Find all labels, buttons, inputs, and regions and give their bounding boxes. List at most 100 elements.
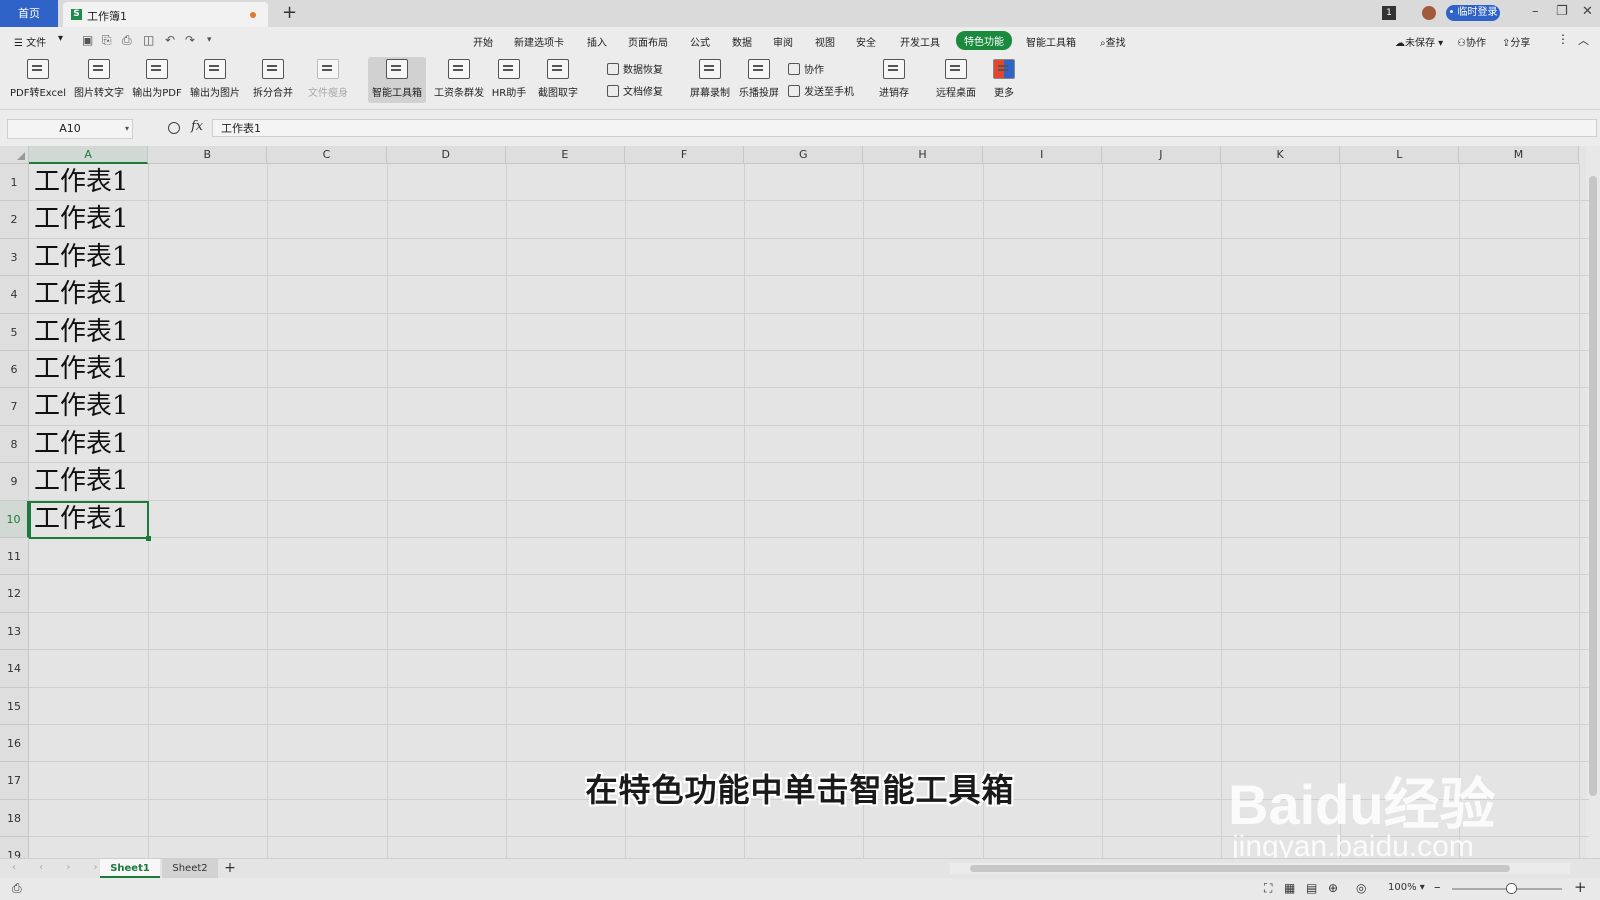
screen-cast-button[interactable]: 乐播投屏 [737, 57, 781, 103]
print-preview-icon[interactable]: ◫ [143, 33, 154, 47]
screen-record-button[interactable]: 屏幕录制 [688, 57, 732, 103]
cooperate-button[interactable]: 协作 [788, 61, 824, 76]
menu-security[interactable]: 安全 [856, 34, 876, 49]
zoom-formula-icon[interactable] [168, 122, 180, 134]
home-tab[interactable]: 首页 [0, 0, 58, 27]
column-header-a[interactable]: A [29, 146, 149, 164]
cell-a4[interactable]: 工作表1 [30, 276, 147, 313]
eye-protection-icon[interactable]: ◎ [1356, 881, 1366, 895]
sheet-tab-sheet1[interactable]: Sheet1 [100, 859, 160, 878]
column-header-e[interactable]: E [505, 146, 625, 164]
row-header-10[interactable]: 10 [0, 500, 29, 538]
data-recovery-button[interactable]: 数据恢复 [607, 61, 663, 76]
customize-quick-access-icon[interactable]: ▾ [207, 35, 212, 45]
column-header-f[interactable]: F [625, 146, 745, 164]
split-merge-button[interactable]: 拆分合并 [248, 57, 298, 103]
row-header-11[interactable]: 11 [0, 538, 29, 576]
close-button[interactable]: ✕ [1582, 4, 1593, 19]
collapse-ribbon-icon[interactable]: ︿ [1578, 32, 1589, 48]
vertical-scroll-thumb[interactable] [1589, 176, 1597, 796]
cell-a1[interactable]: 工作表1 [30, 164, 147, 201]
vertical-scrollbar[interactable] [1586, 146, 1600, 858]
row-header-15[interactable]: 15 [0, 687, 29, 725]
menu-view[interactable]: 视图 [815, 34, 835, 49]
zoom-slider-knob[interactable] [1506, 883, 1517, 894]
payslip-send-button[interactable]: 工资条群发 [433, 57, 485, 103]
column-header-h[interactable]: H [863, 146, 983, 164]
column-header-b[interactable]: B [148, 146, 268, 164]
cell-a7[interactable]: 工作表1 [30, 388, 147, 425]
image-to-text-button[interactable]: 图片转文字 [72, 57, 126, 103]
column-header-m[interactable]: M [1459, 146, 1579, 164]
menu-review[interactable]: 审阅 [773, 34, 793, 49]
pdf-to-excel-button[interactable]: PDF转Excel [10, 57, 66, 103]
remote-desktop-button[interactable]: 远程桌面 [934, 57, 978, 103]
row-header-5[interactable]: 5 [0, 313, 29, 351]
row-header-7[interactable]: 7 [0, 388, 29, 426]
collaborate-button[interactable]: ⚇协作 [1457, 34, 1486, 49]
row-header-19[interactable]: 19 [0, 837, 29, 858]
reading-mode-icon[interactable]: ⊕ [1328, 881, 1338, 895]
row-header-16[interactable]: 16 [0, 725, 29, 763]
column-header-d[interactable]: D [386, 146, 506, 164]
screenshot-ocr-button[interactable]: 截图取字 [535, 57, 581, 103]
unsaved-status[interactable]: ☁未保存 ▾ [1395, 34, 1443, 49]
sheet-tab-sheet2[interactable]: Sheet2 [162, 859, 218, 878]
minimize-button[interactable]: – [1532, 4, 1539, 19]
document-tab[interactable]: S 工作簿1 [63, 2, 268, 27]
new-tab-button[interactable]: + [282, 2, 297, 23]
row-header-4[interactable]: 4 [0, 276, 29, 314]
zoom-level[interactable]: 100% ▾ [1388, 882, 1425, 893]
cell-a3[interactable]: 工作表1 [30, 239, 147, 276]
add-sheet-button[interactable]: + [222, 859, 238, 878]
export-icon[interactable]: ⎘ [102, 33, 112, 48]
name-box[interactable]: A10 ▾ [7, 119, 133, 139]
more-button[interactable]: 更多 [990, 57, 1018, 103]
column-header-j[interactable]: J [1101, 146, 1221, 164]
file-slim-button[interactable]: 文件瘦身 [306, 57, 350, 103]
row-header-1[interactable]: 1 [0, 164, 29, 202]
cell-a2[interactable]: 工作表1 [30, 201, 147, 238]
export-image-button[interactable]: 输出为图片 [189, 57, 241, 103]
fullscreen-icon[interactable]: ⛶ [1264, 881, 1272, 896]
menu-page-layout[interactable]: 页面布局 [628, 34, 668, 49]
cell-a6[interactable]: 工作表1 [30, 351, 147, 388]
cell-a5[interactable]: 工作表1 [30, 314, 147, 351]
page-break-view-icon[interactable]: ▤ [1306, 881, 1317, 895]
share-button[interactable]: ⇪分享 [1502, 34, 1530, 49]
redo-icon[interactable]: ↷ [185, 33, 195, 47]
horizontal-scrollbar[interactable] [950, 863, 1570, 874]
row-header-3[interactable]: 3 [0, 238, 29, 277]
save-icon[interactable]: ▣ [82, 33, 93, 47]
menu-insert[interactable]: 插入 [587, 34, 607, 49]
search-menu[interactable]: ⌕查找 [1100, 34, 1126, 49]
macro-record-icon[interactable]: ⎙ [12, 881, 22, 896]
menu-formulas[interactable]: 公式 [690, 34, 710, 49]
row-header-12[interactable]: 12 [0, 575, 29, 613]
zoom-out-button[interactable]: – [1434, 880, 1441, 895]
insert-function-icon[interactable]: fx [191, 119, 203, 134]
more-options-icon[interactable]: ⋮ [1557, 32, 1569, 46]
temp-login-button[interactable]: • 临时登录 [1446, 5, 1500, 21]
menu-developer[interactable]: 开发工具 [900, 34, 940, 49]
restore-button[interactable]: ❐ [1556, 4, 1568, 19]
spreadsheet-grid[interactable]: A B C D E F G H I J K L M 1 2 3 4 5 6 7 8 9 10 11 12 13 14 15 16 17 18… [0, 146, 1600, 858]
inventory-button[interactable]: 进销存 [876, 57, 912, 103]
undo-icon[interactable]: ↶ [165, 33, 175, 47]
print-icon[interactable]: ⎙ [122, 33, 132, 48]
menu-smart-toolbox[interactable]: 智能工具箱 [1026, 34, 1076, 49]
column-header-k[interactable]: K [1221, 146, 1341, 164]
avatar[interactable] [1422, 6, 1436, 20]
row-header-6[interactable]: 6 [0, 351, 29, 389]
cell-a8[interactable]: 工作表1 [30, 426, 147, 463]
export-pdf-button[interactable]: 输出为PDF [131, 57, 183, 103]
active-cell-selection[interactable] [29, 500, 152, 542]
document-repair-button[interactable]: 文档修复 [607, 83, 663, 98]
sheet-nav-arrows-icon[interactable]: ‹ ‹ › › [12, 862, 108, 873]
row-header-14[interactable]: 14 [0, 650, 29, 688]
menu-start[interactable]: 开始 [473, 34, 493, 49]
select-all-corner[interactable] [0, 146, 29, 164]
cell-a9[interactable]: 工作表1 [30, 463, 147, 500]
column-header-l[interactable]: L [1340, 146, 1460, 164]
menu-new-tab[interactable]: 新建选项卡 [514, 34, 564, 49]
